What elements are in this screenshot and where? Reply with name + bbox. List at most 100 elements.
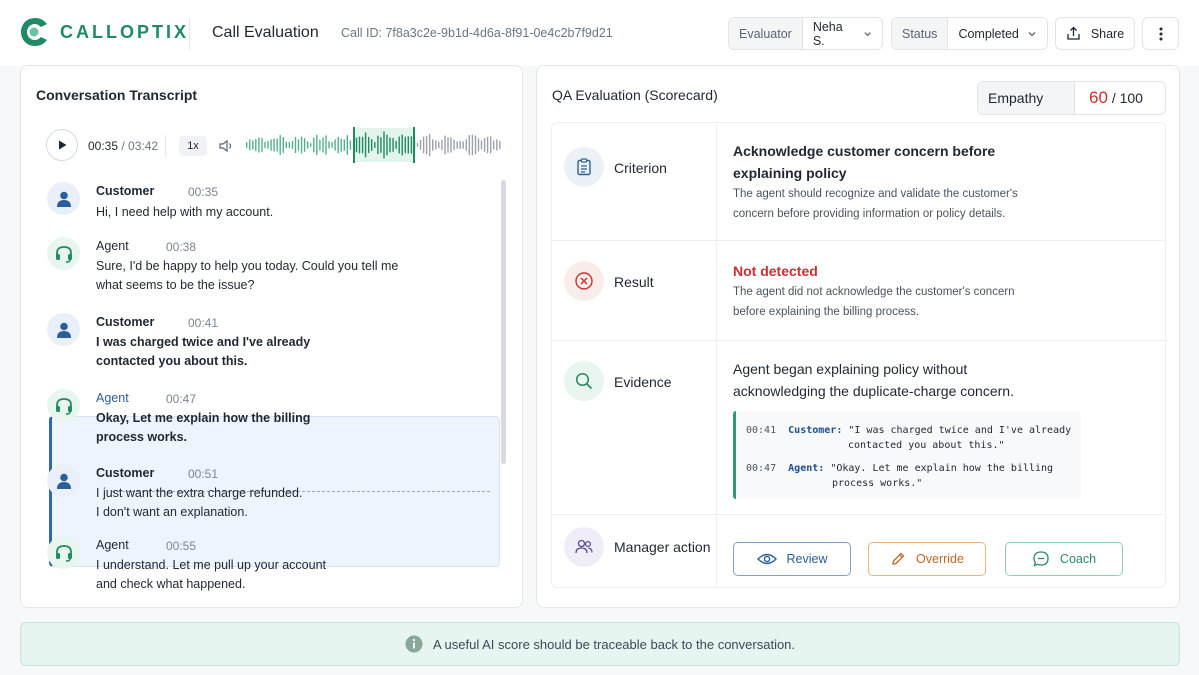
waveform-bar <box>371 139 373 151</box>
message-time[interactable]: 00:55 <box>166 539 196 553</box>
waveform-bar <box>325 135 327 155</box>
waveform-bar <box>291 140 294 150</box>
score-value-wrap: 60 / 100 <box>1075 88 1143 108</box>
audio-player: 00:35 / 03:42 1x <box>37 123 510 167</box>
more-vertical-icon <box>1159 27 1162 40</box>
message-time[interactable]: 00:35 <box>188 185 218 199</box>
status-select[interactable]: Status Completed <box>891 17 1048 50</box>
message-line: I was charged twice and I've already <box>96 335 311 349</box>
evidence-quote-box[interactable]: 00:41 Customer: "I was charged twice and… <box>733 411 1081 499</box>
waveform-bar <box>447 137 449 153</box>
message-line: I just want the extra charge refunded. <box>96 486 303 500</box>
quote-time: 00:41 <box>746 425 777 436</box>
eye-icon <box>756 553 777 565</box>
waveform-bar <box>307 141 309 149</box>
pencil-icon <box>892 552 905 565</box>
message-time[interactable]: 00:47 <box>166 392 196 406</box>
message-text: I was charged twice and I've already con… <box>96 333 426 371</box>
column-divider <box>716 341 717 514</box>
evidence-quote: 00:41 Customer: "I was charged twice and… <box>746 423 1071 438</box>
chat-bubble-icon <box>1033 551 1049 567</box>
evidence-label: Evidence <box>614 374 672 390</box>
evaluator-select[interactable]: Evaluator Neha S. <box>728 17 883 50</box>
waveform-bar <box>453 139 455 151</box>
result-label: Result <box>614 274 654 290</box>
waveform-bar <box>383 131 385 159</box>
customer-icon <box>56 473 71 489</box>
info-banner: A useful AI score should be traceable ba… <box>20 622 1180 666</box>
waveform-bar <box>258 137 260 153</box>
review-button[interactable]: Review <box>733 542 851 576</box>
waveform-bar <box>490 136 492 154</box>
speaker-name: Agent <box>96 239 129 253</box>
waveform-bar <box>435 140 437 150</box>
page-title: Call Evaluation <box>212 24 319 41</box>
coach-label: Coach <box>1059 552 1097 566</box>
status-label: Status <box>892 18 949 49</box>
waveform-bar <box>404 136 406 154</box>
agent-avatar <box>47 389 80 422</box>
transcript-scrollbar[interactable] <box>501 180 506 464</box>
customer-icon <box>56 191 71 207</box>
waveform-bar <box>340 138 342 152</box>
criterion-desc-line: concern before providing information or … <box>733 208 1006 220</box>
status-value: Completed <box>958 26 1019 41</box>
audio-waveform[interactable] <box>245 127 501 163</box>
headset-icon <box>55 544 72 562</box>
current-time: 00:35 <box>88 139 119 153</box>
waveform-bar <box>246 142 248 148</box>
waveform-bar <box>300 136 303 154</box>
waveform-bar <box>410 136 413 154</box>
users-icon <box>575 539 593 554</box>
manager-action-label: Manager action <box>614 539 711 555</box>
waveform-bar <box>480 140 483 150</box>
message-time[interactable]: 00:51 <box>188 467 218 481</box>
calloptix-logo-icon <box>21 18 47 46</box>
waveform-bar <box>377 135 379 155</box>
waveform-bar <box>422 136 425 154</box>
speaker-name: Agent <box>96 538 129 552</box>
quote-time: 00:47 <box>746 463 777 474</box>
message-time[interactable]: 00:41 <box>188 316 218 330</box>
customer-icon <box>56 322 71 338</box>
waveform-bar <box>276 138 278 152</box>
message-line: Okay, Let me explain how the billing <box>96 411 311 425</box>
evaluator-label: Evaluator <box>729 18 803 49</box>
evidence-quote-cont: contacted you about this." <box>848 440 1005 451</box>
waveform-bar <box>279 134 281 156</box>
criterion-row: Criterion Acknowledge customer concern b… <box>552 123 1165 241</box>
player-divider <box>165 135 166 157</box>
headset-icon <box>55 245 72 263</box>
waveform-bar <box>288 141 291 149</box>
override-button[interactable]: Override <box>868 542 986 576</box>
waveform-bar <box>328 141 330 149</box>
customer-avatar <box>47 313 80 346</box>
quote-speaker: Customer: <box>788 425 843 436</box>
coach-button[interactable]: Coach <box>1005 542 1123 576</box>
waveform-bar <box>294 136 297 154</box>
waveform-bar <box>349 140 352 150</box>
result-desc-line: before explaining the billing process. <box>733 306 920 318</box>
message-time[interactable]: 00:38 <box>166 240 196 254</box>
headset-icon <box>55 397 72 415</box>
manager-icon-wrap <box>564 527 604 567</box>
waveform-bar <box>261 137 263 153</box>
column-divider <box>716 515 717 587</box>
share-button[interactable]: Share <box>1055 17 1135 50</box>
waveform-bar <box>346 135 348 155</box>
play-icon <box>59 140 67 150</box>
waveform-bar <box>310 143 312 147</box>
brand-logo[interactable]: CALLOPTIX <box>20 16 189 48</box>
more-options-button[interactable] <box>1142 17 1179 50</box>
playback-speed-button[interactable]: 1x <box>179 136 207 156</box>
waveform-bar <box>441 139 443 151</box>
volume-icon[interactable] <box>218 138 234 154</box>
waveform-bar <box>361 136 364 154</box>
message-line: contacted you about this. <box>96 354 248 368</box>
waveform-bar <box>416 143 419 147</box>
waveform-bar <box>425 135 428 155</box>
play-button[interactable] <box>46 129 78 161</box>
message-line: what seems to be the issue? <box>96 278 255 292</box>
qa-panel: QA Evaluation (Scorecard) Empathy 60 / 1… <box>536 65 1180 608</box>
waveform-bar <box>395 140 397 150</box>
